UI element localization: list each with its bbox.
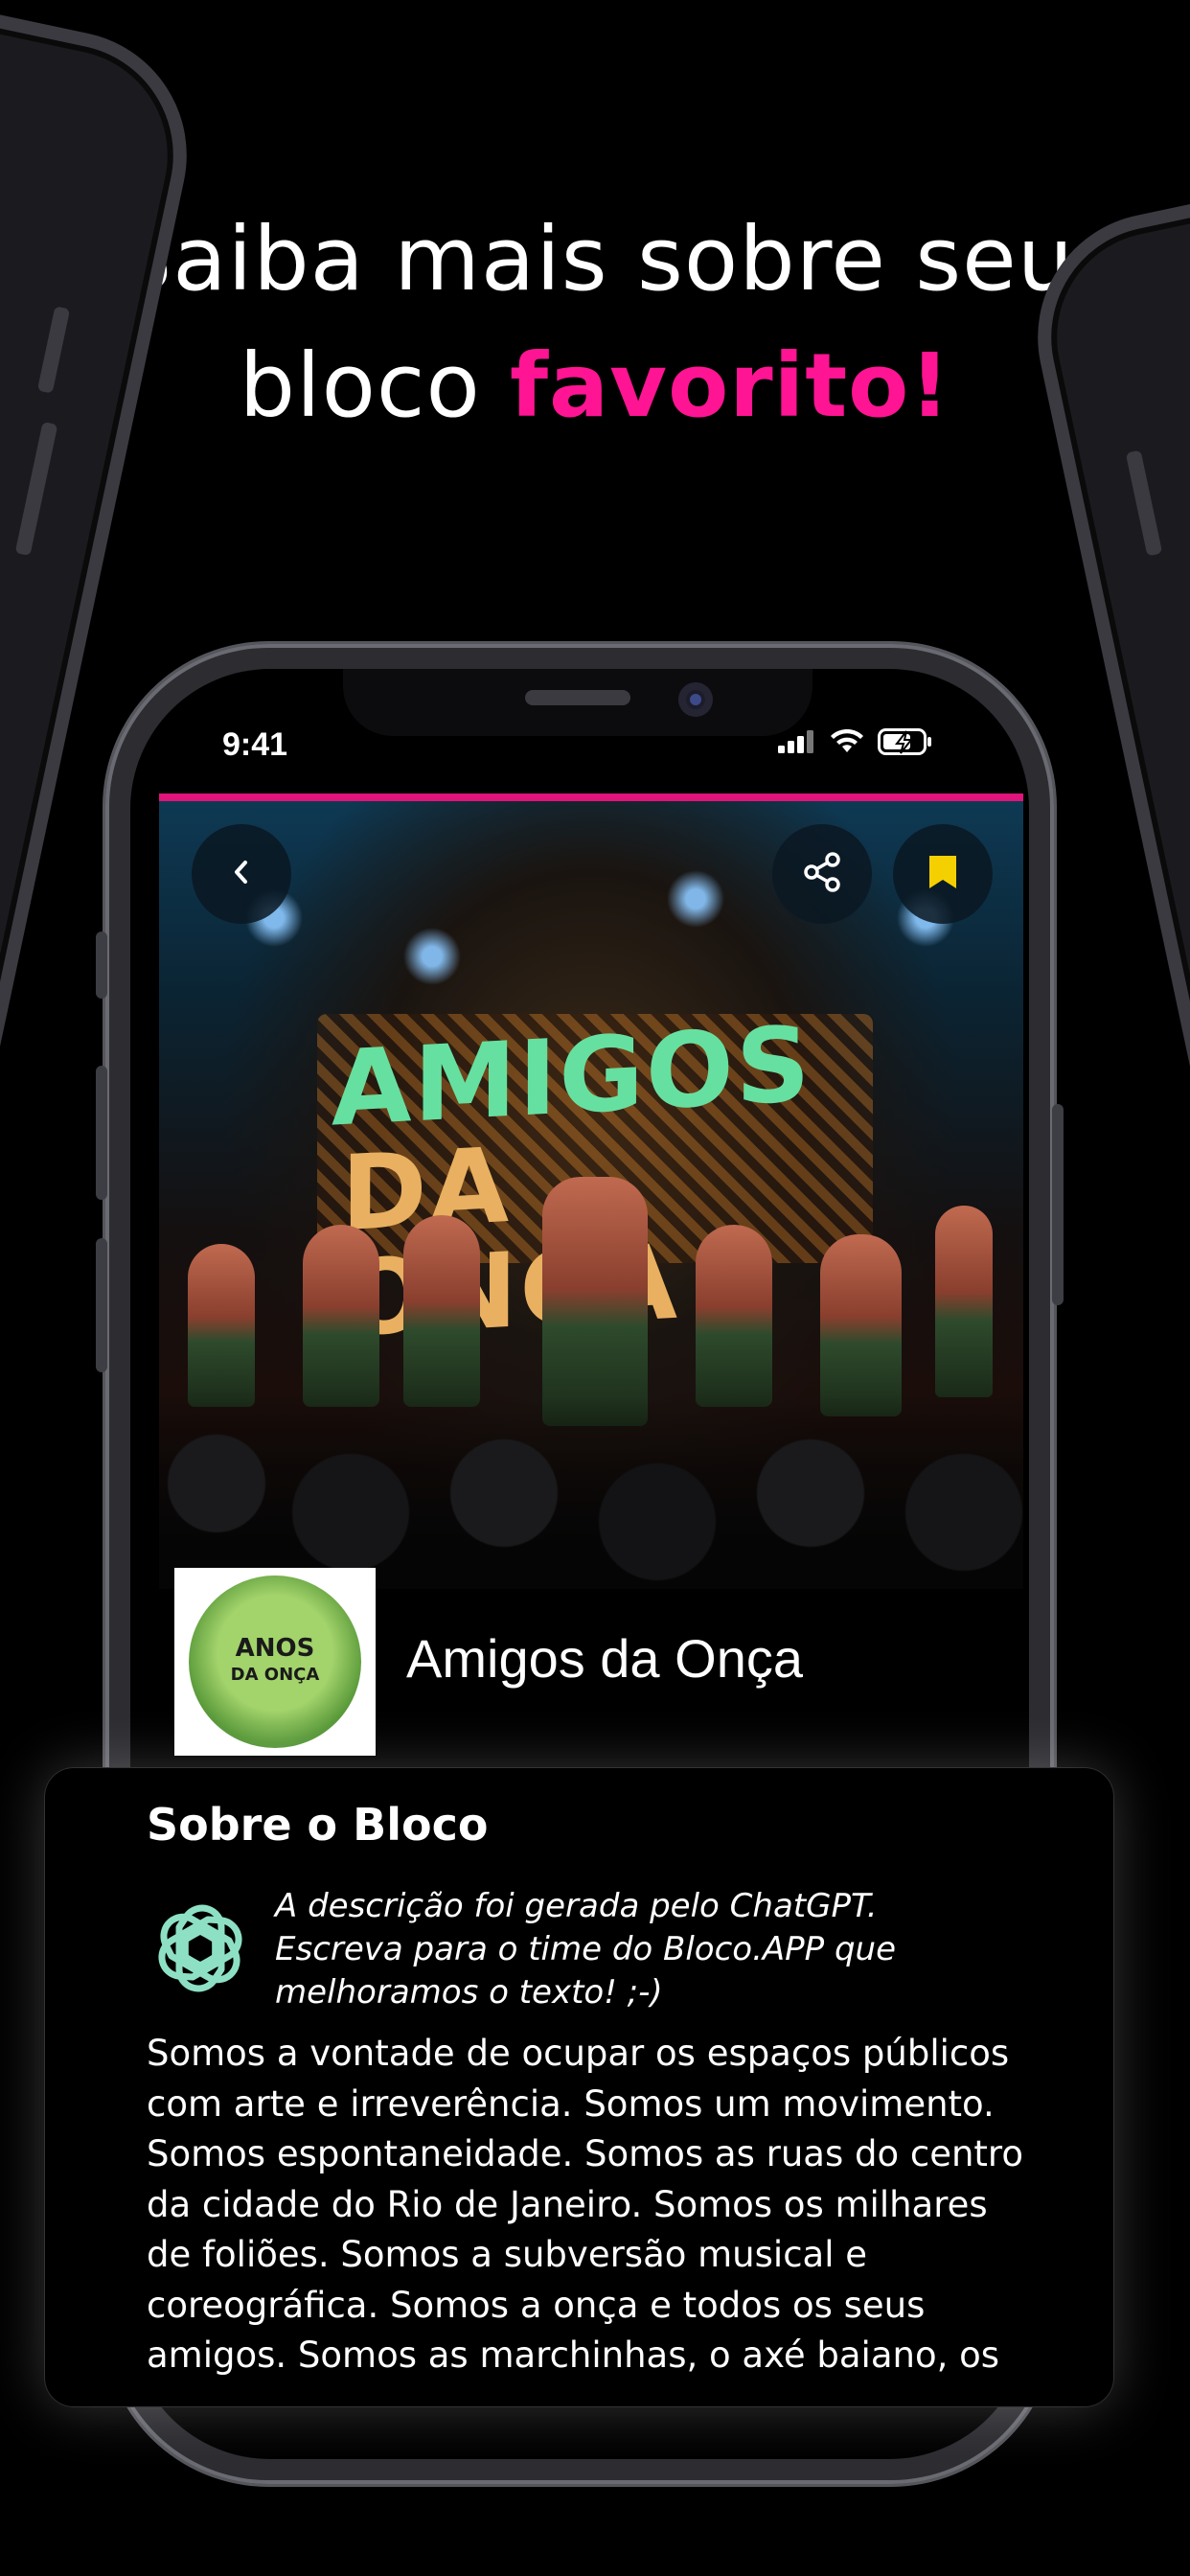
battery-charging-icon: [878, 728, 933, 760]
headline-line-1: Saiba mais sobre seu: [115, 208, 1075, 310]
stage-sign-line-1: AMIGOS: [332, 1004, 812, 1150]
power-button: [1052, 1104, 1064, 1305]
bloco-hero-image: AMIGOS DA ONÇA: [159, 794, 1023, 1589]
share-button[interactable]: [772, 824, 872, 924]
headline-prefix: bloco: [239, 334, 510, 437]
bloco-logo-text-2: DA ONÇA: [230, 1665, 320, 1685]
speaker: [525, 690, 630, 705]
about-card: Sobre o Bloco A descrição foi gerada pel…: [45, 1768, 1113, 2406]
about-description: Somos a vontade de ocupar os espaços púb…: [147, 2033, 1023, 2376]
status-time: 9:41: [222, 726, 288, 763]
performer: [696, 1225, 772, 1407]
hero-accent-bar: [159, 794, 1023, 801]
performer: [403, 1215, 480, 1407]
front-camera: [678, 682, 713, 717]
bloco-logo-text-1: ANOS: [235, 1634, 315, 1663]
ai-disclaimer: A descrição foi gerada pelo ChatGPT. Esc…: [275, 1887, 897, 2012]
notch: [343, 669, 812, 736]
performer: [935, 1206, 993, 1397]
performer: [820, 1234, 902, 1416]
bookmark-button[interactable]: [893, 824, 993, 924]
bloco-logo-text: ANOS DA ONÇA: [231, 1635, 320, 1689]
bookmark-icon: [927, 853, 959, 896]
status-icons: [778, 728, 933, 760]
back-button[interactable]: [192, 824, 291, 924]
performer: [303, 1225, 379, 1407]
performer: [188, 1244, 255, 1407]
signal-icon: [778, 730, 816, 758]
wifi-icon: [830, 728, 864, 759]
volume-up-button: [96, 1066, 107, 1200]
headline-line-2: bloco favorito!: [0, 323, 1190, 449]
about-title: Sobre o Bloco: [147, 1799, 489, 1851]
bloco-logo-badge: ANOS DA ONÇA: [189, 1576, 361, 1748]
bloco-name: Amigos da Onça: [406, 1628, 803, 1689]
crowd: [159, 1397, 1023, 1589]
bloco-logo: ANOS DA ONÇA: [174, 1568, 376, 1756]
mute-switch: [96, 932, 107, 999]
openai-logo-icon: [147, 1895, 254, 2002]
chevron-left-icon: [227, 858, 256, 891]
volume-down-button: [96, 1238, 107, 1372]
share-icon: [800, 850, 844, 899]
headline-accent: favorito!: [510, 334, 951, 437]
performer: [542, 1177, 648, 1426]
headline: Saiba mais sobre seu bloco favorito!: [0, 196, 1190, 449]
